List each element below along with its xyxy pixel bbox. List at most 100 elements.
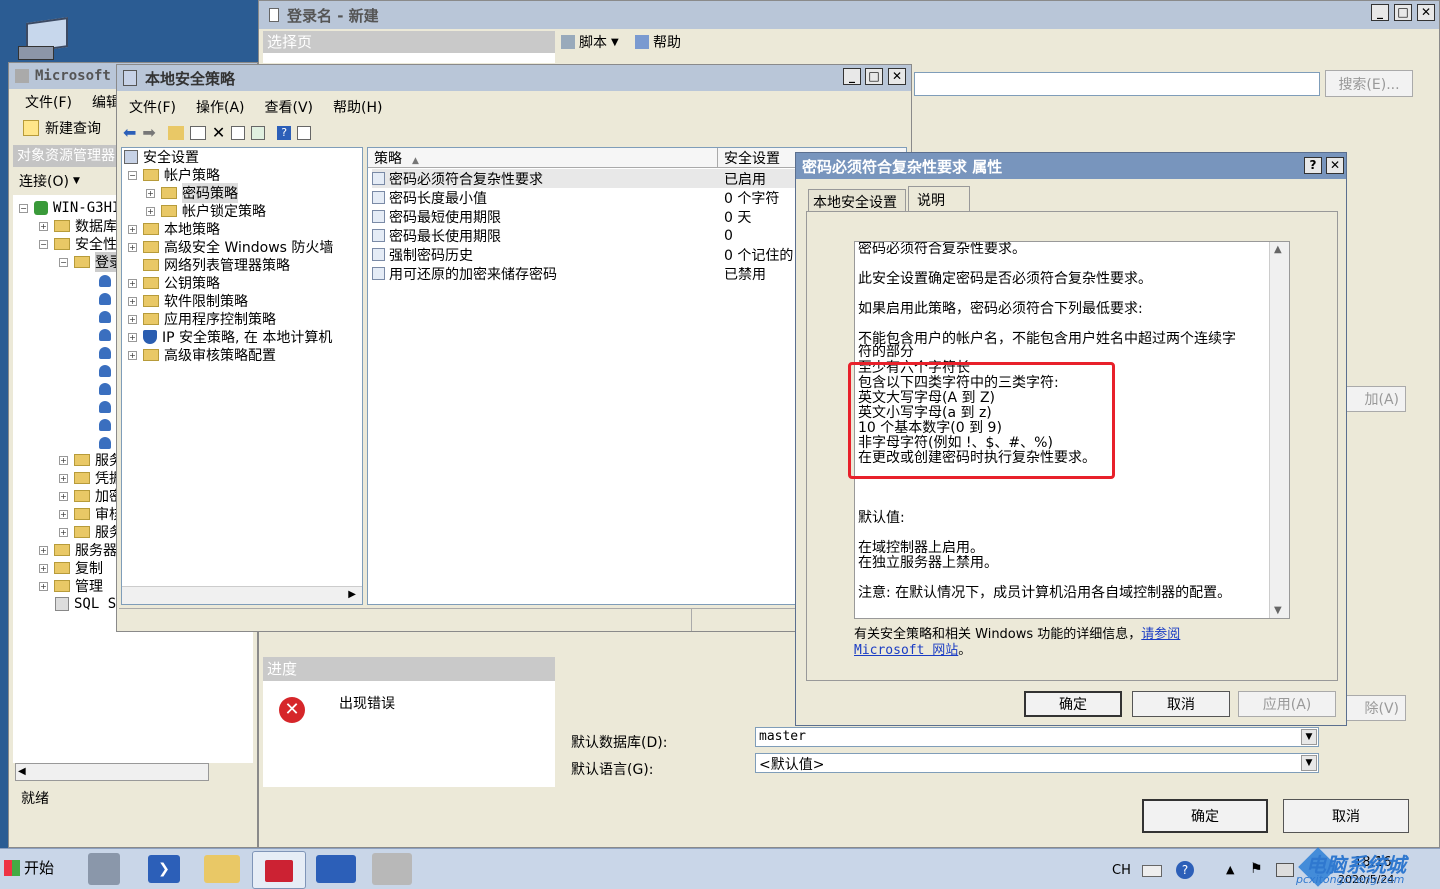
tree-databases[interactable]: + 数据库 (39, 217, 117, 235)
properties-titlebar[interactable]: 密码必须符合复杂性要求 属性 (796, 153, 1346, 179)
tree-ip-security[interactable]: + IP 安全策略, 在 本地计算机 (128, 328, 332, 346)
login-name-input[interactable] (914, 72, 1320, 96)
lsp-maximize-button[interactable]: □ (865, 68, 883, 85)
tree-password-policy[interactable]: + 密码策略 (146, 183, 238, 203)
chevron-down-icon[interactable]: ▼ (1301, 729, 1317, 745)
tree-audit[interactable]: + 审核 (59, 505, 123, 523)
vertical-scrollbar[interactable]: ▲ ▼ (1269, 242, 1289, 618)
policy-row[interactable]: 用可还原的加密来储存密码 已禁用 (372, 264, 766, 283)
user-icon[interactable] (99, 275, 111, 287)
user-icon[interactable] (99, 329, 111, 341)
remove-button[interactable]: 除(V) (1342, 695, 1406, 721)
new-query-button[interactable]: 新建查询 (23, 118, 101, 138)
user-icon[interactable] (99, 293, 111, 305)
help-button[interactable]: 帮助 (635, 32, 681, 52)
lsp-menu-action[interactable]: 操作(A) (196, 97, 245, 117)
lsp-menu-help[interactable]: 帮助(H) (333, 97, 382, 117)
horizontal-scrollbar[interactable]: ◀ (15, 763, 209, 781)
lsp-titlebar[interactable]: 本地安全策略 (117, 65, 911, 91)
flag-icon[interactable]: ⚑ (1250, 861, 1263, 877)
props-cancel-button[interactable]: 取消 (1132, 691, 1230, 717)
login-ok-button[interactable]: 确定 (1142, 799, 1268, 833)
close-icon[interactable]: ✕ (1326, 157, 1344, 174)
column-header-policy[interactable]: 策略 ▲ (368, 148, 718, 168)
tree-app-control[interactable]: + 应用程序控制策略 (128, 310, 276, 328)
lsp-close-button[interactable]: ✕ (888, 68, 906, 85)
server-manager-icon[interactable] (88, 853, 120, 885)
connect-button[interactable]: 连接(O) ▼ (19, 171, 80, 191)
server-node[interactable]: − WIN-G3HI (19, 199, 120, 217)
lsp-menu-view[interactable]: 查看(V) (265, 97, 314, 117)
chevron-up-icon[interactable]: ▲ (1226, 863, 1234, 876)
props-apply-button[interactable]: 应用(A) (1238, 691, 1336, 717)
policy-row[interactable]: 强制密码历史 0 个记住的 (372, 245, 793, 264)
props-ok-button[interactable]: 确定 (1024, 691, 1122, 717)
user-icon[interactable] (99, 437, 111, 449)
scroll-down-icon[interactable]: ▼ (1274, 605, 1282, 616)
help-icon[interactable]: ? (1304, 157, 1322, 174)
tree-management[interactable]: + 管理 (39, 577, 103, 595)
user-icon[interactable] (99, 347, 111, 359)
lsp-menu-file[interactable]: 文件(F) (129, 97, 176, 117)
database-app-icon[interactable] (372, 853, 412, 885)
forward-icon[interactable]: ➡ (142, 123, 155, 142)
user-icon[interactable] (99, 401, 111, 413)
tree-network-list[interactable]: +网络列表管理器策略 (128, 256, 290, 274)
up-folder-icon[interactable] (167, 125, 184, 140)
powershell-icon[interactable]: ❯ (148, 855, 180, 883)
language-indicator[interactable]: CH (1112, 863, 1131, 878)
tree-security-settings[interactable]: 安全设置 (124, 148, 199, 166)
help-icon[interactable]: ? (277, 125, 292, 140)
policy-row[interactable]: 密码最短使用期限 0 天 (372, 207, 751, 226)
policy-row[interactable]: 密码长度最小值 0 个字符 (372, 188, 779, 207)
explorer-icon[interactable] (204, 855, 240, 883)
user-icon[interactable] (99, 383, 111, 395)
tree-service2[interactable]: + 服务 (59, 523, 123, 541)
default-lang-select[interactable]: <默认值> ▼ (755, 753, 1319, 773)
tree-account-policy[interactable]: − 帐户策略 (128, 166, 220, 184)
console-icon[interactable] (297, 125, 312, 140)
help-tray-icon[interactable]: ? (1176, 861, 1194, 879)
maximize-button[interactable]: □ (1394, 4, 1412, 21)
user-icon[interactable] (99, 365, 111, 377)
delete-icon[interactable]: ✕ (212, 123, 225, 142)
properties-icon[interactable] (231, 125, 246, 140)
chevron-down-icon[interactable]: ▼ (1301, 755, 1317, 771)
user-icon[interactable] (99, 419, 111, 431)
scroll-up-icon[interactable]: ▲ (1274, 244, 1282, 255)
computer-desktop-icon[interactable] (18, 17, 72, 60)
ssms-menu-file[interactable]: 文件(F) (25, 92, 72, 112)
tree-lockout-policy[interactable]: + 帐户锁定策略 (146, 202, 266, 220)
tab-explain[interactable]: 说明 (908, 186, 970, 212)
script-button[interactable]: 脚本 ▼ (561, 32, 619, 52)
login-cancel-button[interactable]: 取消 (1283, 799, 1409, 833)
tree-public-key[interactable]: + 公钥策略 (128, 274, 220, 292)
policy-row[interactable]: 密码最长使用期限 0 (372, 226, 733, 245)
tree-credentials[interactable]: + 凭据 (59, 469, 123, 487)
tree-replication[interactable]: + 复制 (39, 559, 103, 577)
minimize-button[interactable]: _ (1371, 4, 1389, 21)
keyboard-icon[interactable] (1142, 865, 1162, 877)
start-button[interactable]: 开始 (4, 857, 54, 878)
search-button[interactable]: 搜索(E)... (1325, 70, 1413, 97)
login-window-titlebar[interactable]: 登录名 - 新建 (259, 1, 1439, 29)
microsoft-website-link[interactable]: Microsoft 网站 (854, 643, 958, 658)
tree-encryption[interactable]: + 加密 (59, 487, 123, 505)
export-icon[interactable] (251, 125, 266, 140)
see-link[interactable]: 请参阅 (1141, 627, 1180, 642)
close-button[interactable]: ✕ (1417, 4, 1435, 21)
back-icon[interactable]: ⬅ (123, 123, 136, 142)
add-button[interactable]: 加(A) (1342, 386, 1406, 412)
tree-advanced-audit[interactable]: + 高级审核策略配置 (128, 346, 276, 364)
tree-security[interactable]: − 安全性 (39, 235, 117, 253)
tab-local-security-setting[interactable]: 本地安全设置 (808, 189, 906, 211)
show-tree-icon[interactable] (189, 125, 206, 140)
toolbox-icon[interactable] (252, 851, 306, 889)
tree-server-objects[interactable]: + 服务器 (39, 541, 117, 559)
tree-sql-agent[interactable]: SQL S (55, 595, 116, 613)
tree-service[interactable]: + 服务 (59, 451, 123, 469)
lsp-minimize-button[interactable]: _ (843, 68, 861, 85)
tree-h-scrollbar[interactable]: ▶ (122, 586, 362, 604)
tree-software-restriction[interactable]: + 软件限制策略 (128, 292, 248, 310)
user-icon[interactable] (99, 311, 111, 323)
